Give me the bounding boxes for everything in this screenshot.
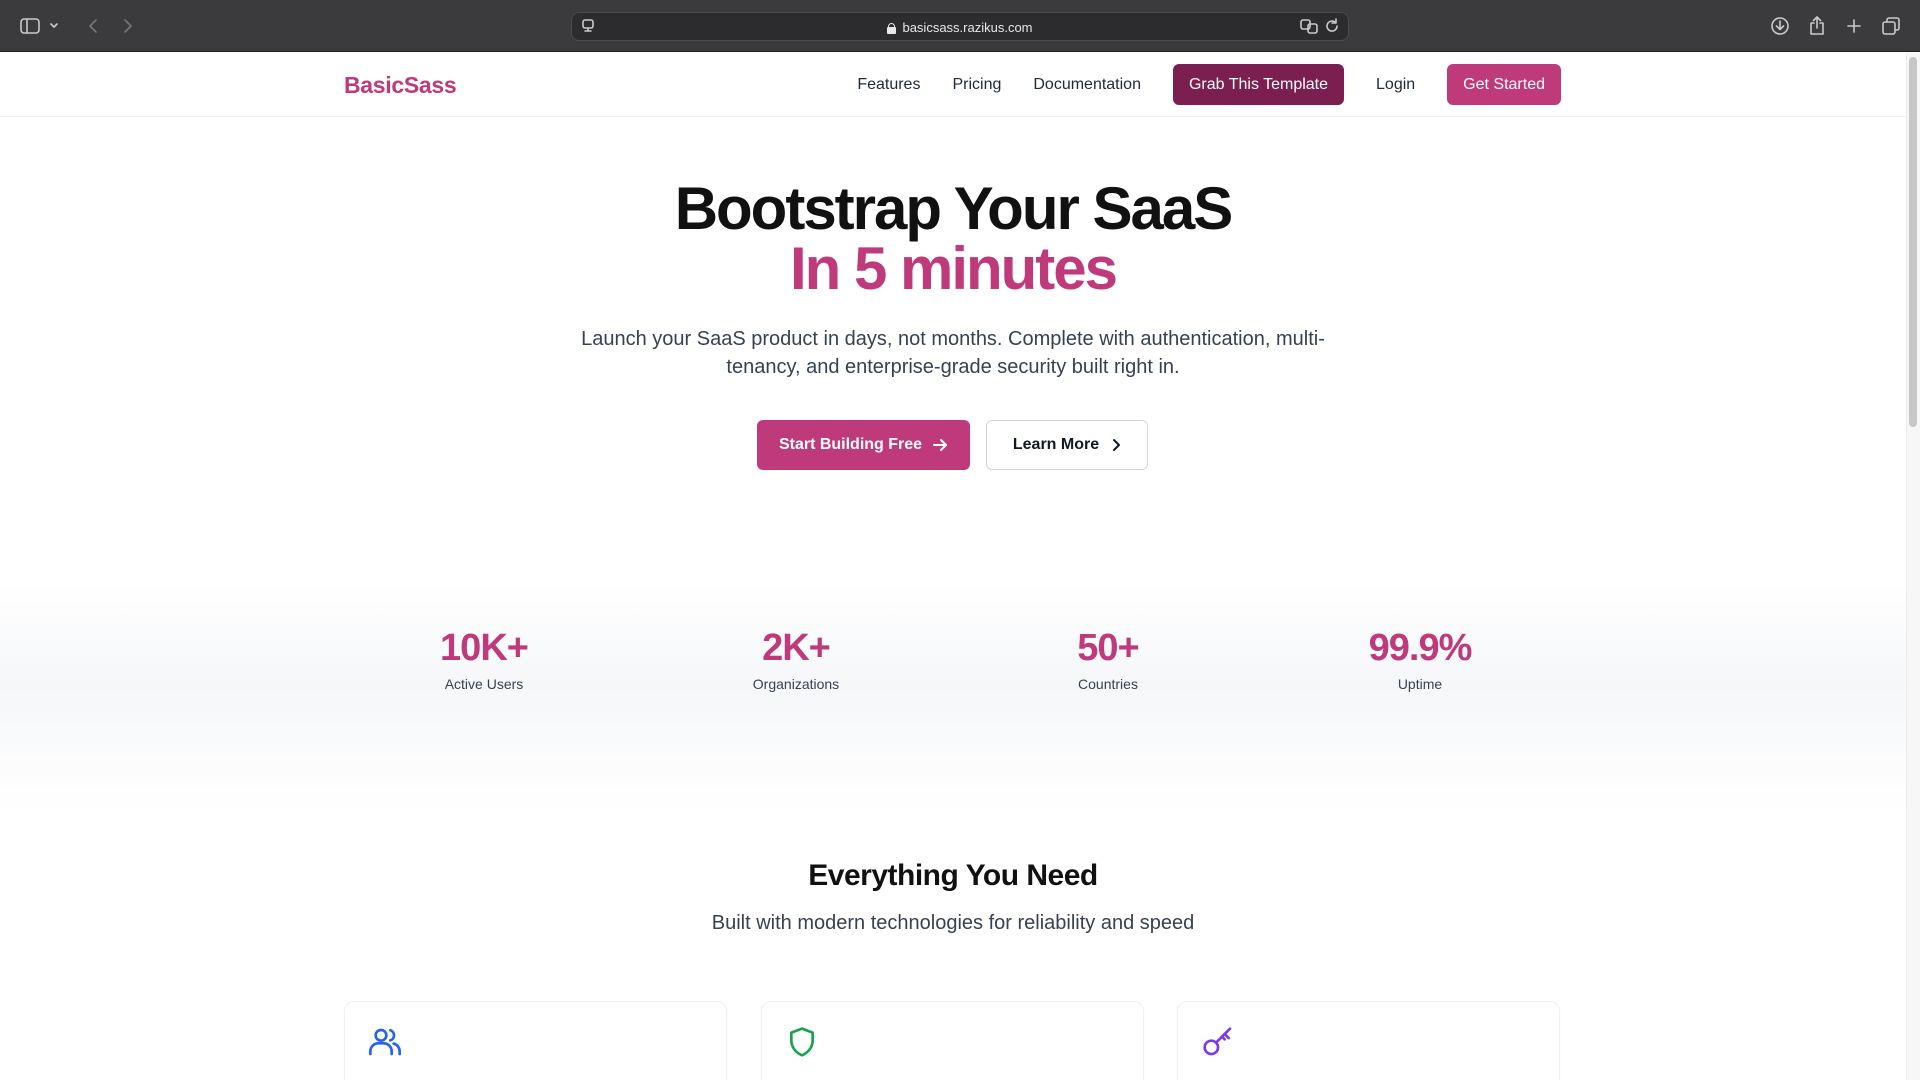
nav-links: Features Pricing Documentation Grab This…	[857, 64, 1561, 105]
features-subtitle: Built with modern technologies for relia…	[711, 912, 1195, 934]
nav-link-documentation[interactable]: Documentation	[1033, 76, 1141, 94]
site-logo[interactable]: BasicSass	[344, 72, 457, 99]
stat-label: Countries	[1078, 676, 1138, 692]
stat-uptime: 99.9% Uptime	[1264, 626, 1576, 692]
start-building-label: Start Building Free	[778, 436, 923, 453]
scrollbar-thumb[interactable]	[1909, 57, 1917, 427]
chevron-down-icon[interactable]	[47, 13, 61, 39]
shield-icon	[786, 1026, 818, 1063]
hero-subtitle: In 5 minutes	[789, 235, 1118, 302]
sidebar-toggle-icon[interactable]	[17, 13, 43, 39]
chevron-right-icon	[1113, 439, 1121, 451]
users-icon	[369, 1026, 401, 1063]
hero-cta-row: Start Building Free Learn More	[757, 420, 1148, 470]
stat-countries: 50+ Countries	[952, 626, 1264, 692]
reload-icon[interactable]	[1324, 18, 1340, 39]
learn-more-label: Learn More	[1012, 436, 1100, 453]
forward-icon[interactable]	[115, 13, 141, 39]
share-icon[interactable]	[1804, 13, 1830, 39]
page-scrollbar[interactable]	[1906, 53, 1920, 1080]
arrow-right-icon	[933, 439, 948, 451]
downloads-icon[interactable]	[1767, 13, 1793, 39]
page-viewport: BasicSass Features Pricing Documentation…	[0, 53, 1920, 1080]
site-navbar: BasicSass Features Pricing Documentation…	[0, 53, 1906, 117]
stat-label: Active Users	[444, 676, 524, 692]
stat-active-users: 10K+ Active Users	[328, 626, 640, 692]
learn-more-button[interactable]: Learn More	[986, 420, 1148, 470]
nav-link-features[interactable]: Features	[857, 76, 920, 94]
stat-value: 50+	[1077, 627, 1139, 669]
feature-card	[344, 1001, 727, 1080]
key-icon	[1202, 1026, 1234, 1063]
start-building-button[interactable]: Start Building Free	[757, 420, 970, 470]
feature-card	[1177, 1001, 1560, 1080]
stat-value: 10K+	[440, 627, 529, 669]
back-icon[interactable]	[80, 13, 106, 39]
lock-icon	[887, 23, 897, 34]
features-title: Everything You Need	[808, 859, 1098, 892]
stat-value: 99.9%	[1368, 627, 1473, 669]
browser-toolbar: basicsass.razikus.com	[0, 0, 1920, 52]
stat-value: 2K+	[762, 627, 831, 669]
url-text: basicsass.razikus.com	[902, 20, 1033, 35]
feature-card	[761, 1001, 1144, 1080]
stats-section	[0, 583, 1906, 813]
new-tab-icon[interactable]	[1841, 13, 1867, 39]
get-started-button[interactable]: Get Started	[1447, 64, 1561, 105]
tab-overview-icon[interactable]	[1878, 13, 1904, 39]
hero-description: Launch your SaaS product in days, not mo…	[581, 328, 1325, 378]
stat-organizations: 2K+ Organizations	[640, 626, 952, 692]
nav-link-pricing[interactable]: Pricing	[952, 76, 1001, 94]
stat-label: Organizations	[752, 676, 840, 692]
hero-title: Bootstrap Your SaaS	[674, 175, 1234, 242]
grab-template-button[interactable]: Grab This Template	[1172, 64, 1345, 105]
stat-label: Uptime	[1397, 676, 1443, 692]
login-link[interactable]: Login	[1376, 76, 1415, 94]
address-bar[interactable]: basicsass.razikus.com	[571, 12, 1349, 41]
translate-icon[interactable]	[1300, 18, 1318, 39]
